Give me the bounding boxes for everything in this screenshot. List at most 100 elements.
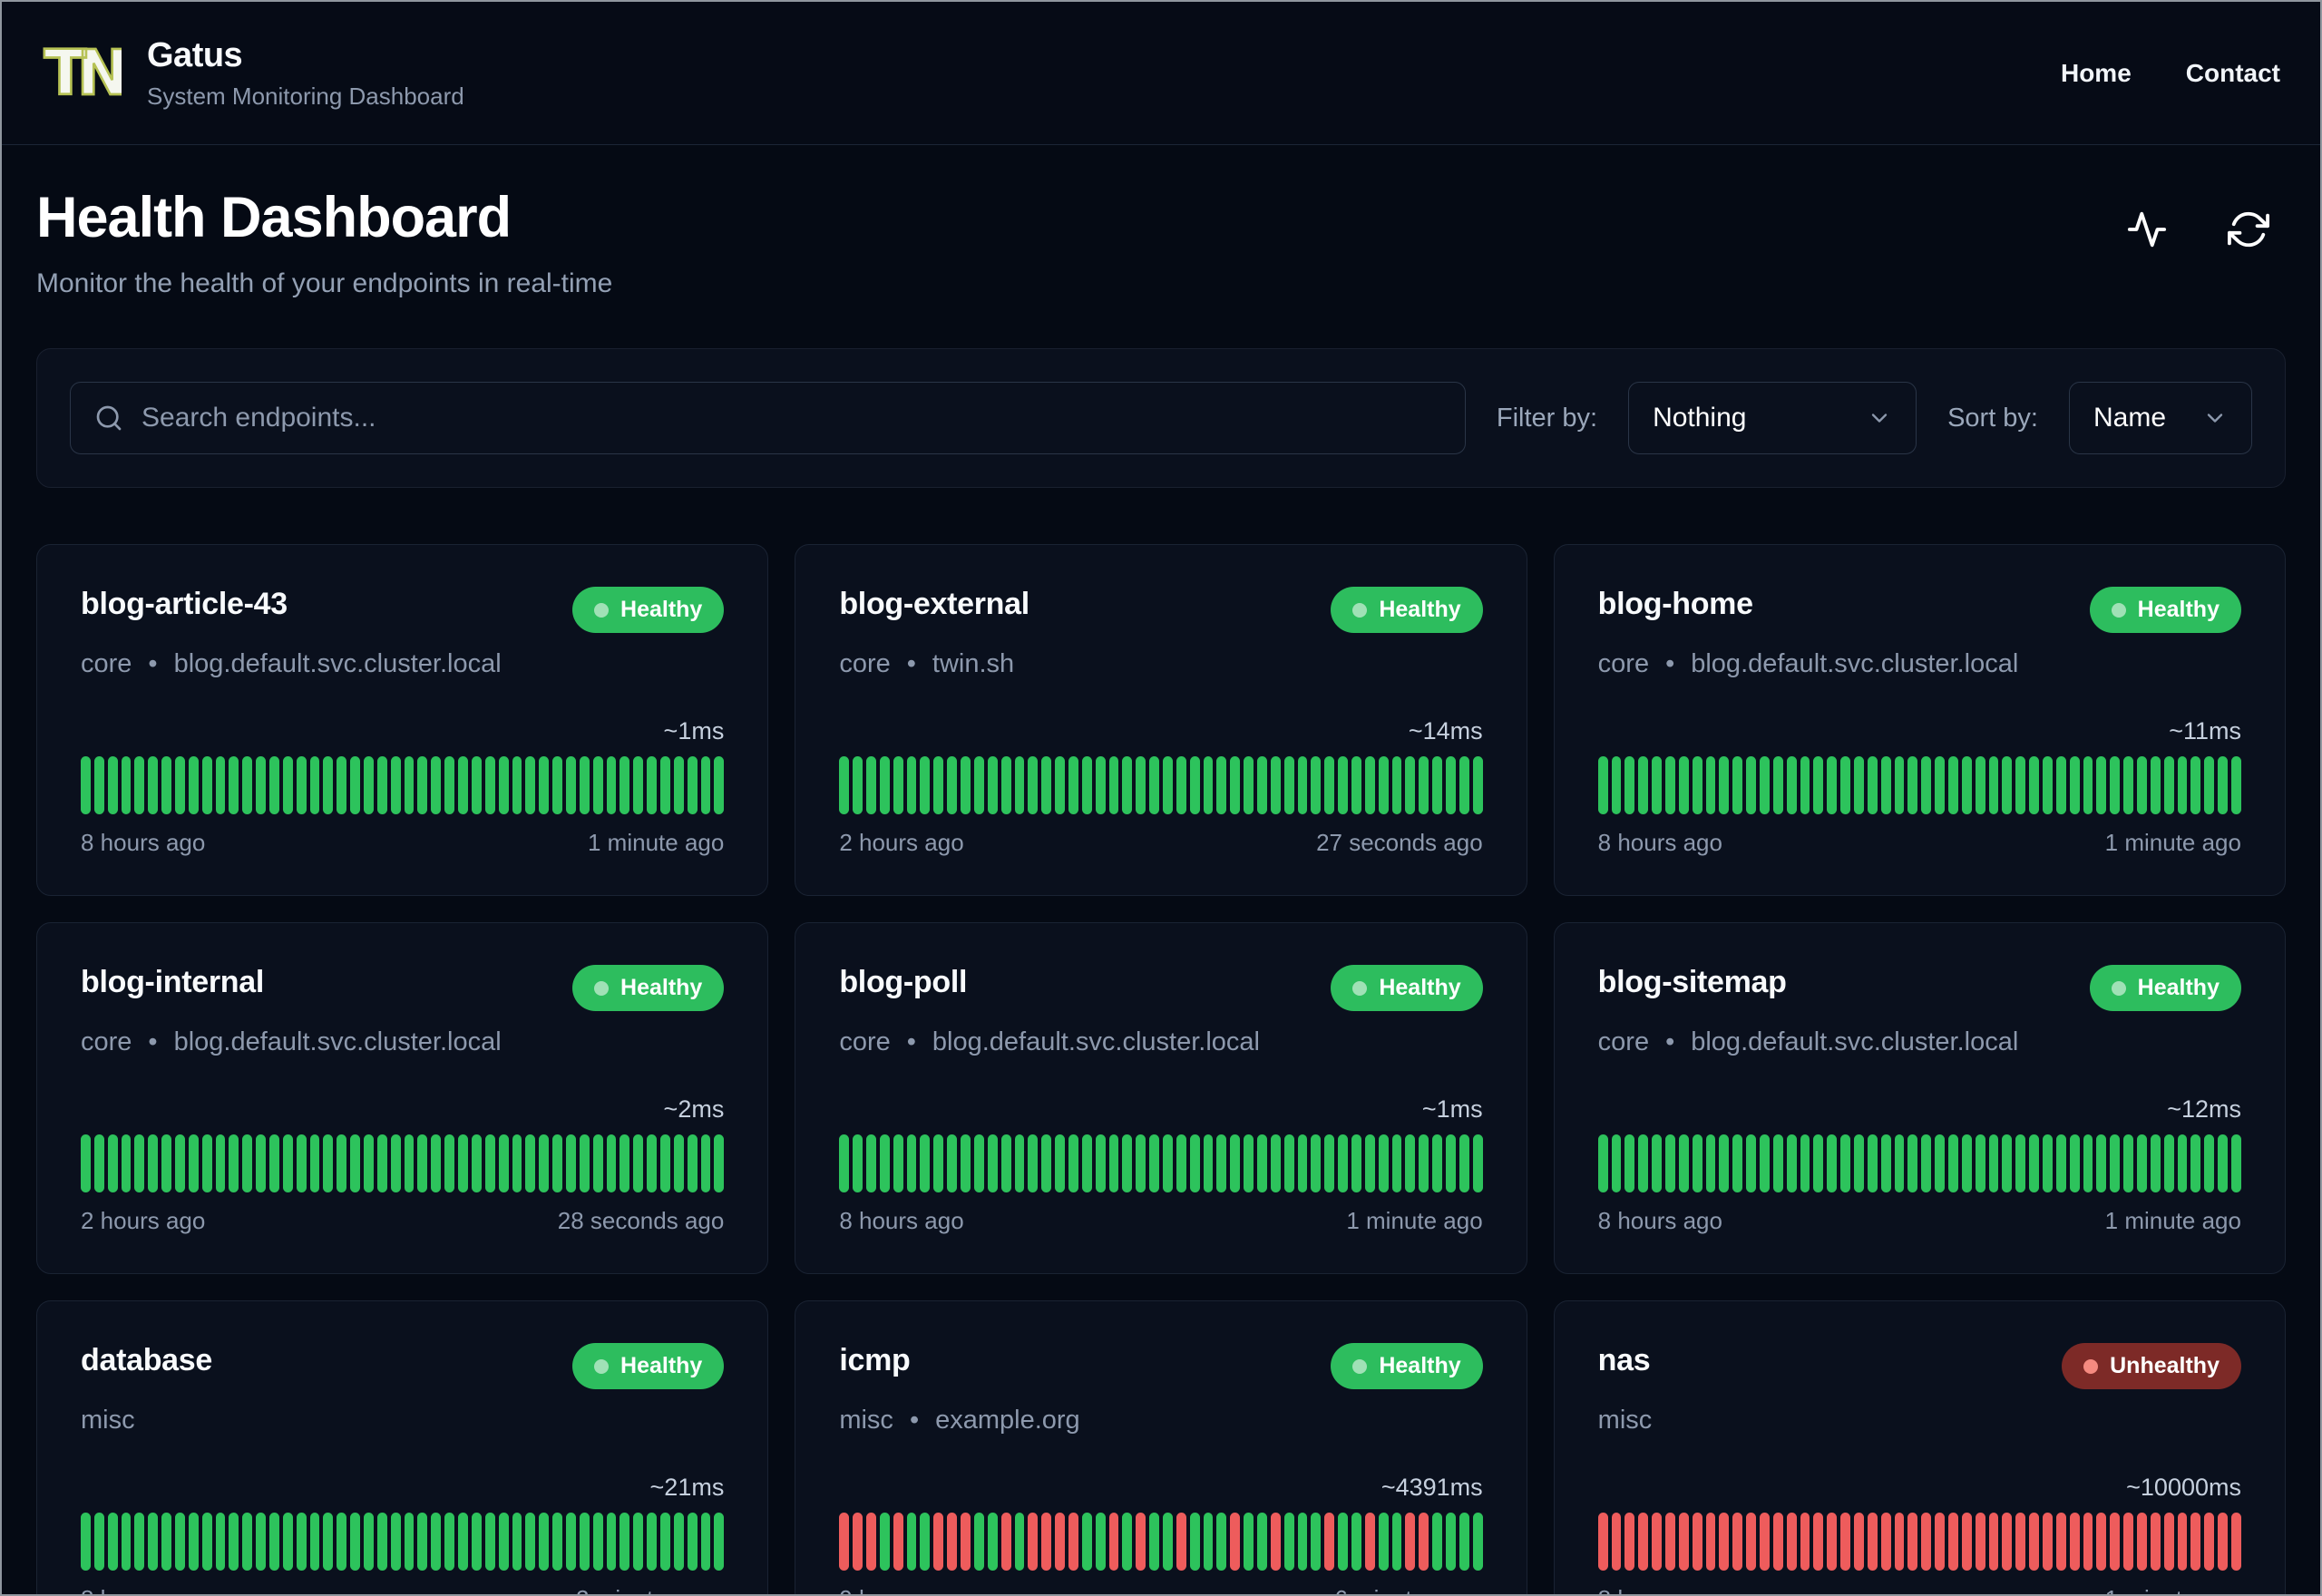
status-bar[interactable] — [282, 1513, 293, 1571]
status-bar[interactable] — [215, 1134, 226, 1192]
status-bar[interactable] — [1652, 1513, 1662, 1571]
status-bar[interactable] — [606, 1134, 617, 1192]
status-bar[interactable] — [1162, 1134, 1173, 1192]
status-bar[interactable] — [1095, 756, 1106, 814]
status-bar[interactable] — [1136, 756, 1146, 814]
status-bar[interactable] — [866, 1513, 876, 1571]
status-bar[interactable] — [134, 1513, 145, 1571]
status-bar[interactable] — [2069, 1513, 2080, 1571]
status-bar[interactable] — [1867, 756, 1878, 814]
status-bar[interactable] — [2190, 756, 2201, 814]
status-bar[interactable] — [714, 1513, 725, 1571]
status-bar[interactable] — [1041, 756, 1052, 814]
status-bar[interactable] — [2069, 1134, 2080, 1192]
status-bar[interactable] — [1907, 1513, 1918, 1571]
status-bar[interactable] — [647, 1134, 657, 1192]
status-bar[interactable] — [2163, 1134, 2174, 1192]
status-bar[interactable] — [350, 1513, 361, 1571]
status-bar[interactable] — [866, 756, 876, 814]
status-bar[interactable] — [1216, 1134, 1227, 1192]
status-bar[interactable] — [2055, 1134, 2066, 1192]
status-bar[interactable] — [323, 1134, 334, 1192]
status-bar[interactable] — [1853, 1513, 1864, 1571]
status-bar[interactable] — [229, 756, 239, 814]
status-bar[interactable] — [1000, 1134, 1011, 1192]
search-box[interactable] — [70, 382, 1466, 454]
status-bar[interactable] — [458, 1513, 468, 1571]
status-bar[interactable] — [296, 1513, 307, 1571]
status-bar[interactable] — [1378, 756, 1389, 814]
status-bar[interactable] — [2190, 1134, 2201, 1192]
status-bar[interactable] — [175, 756, 185, 814]
status-bar[interactable] — [1719, 756, 1730, 814]
status-bar[interactable] — [1162, 1513, 1173, 1571]
status-bar[interactable] — [1189, 1134, 1200, 1192]
status-bar[interactable] — [1055, 1513, 1065, 1571]
refresh-icon[interactable] — [2228, 209, 2269, 250]
status-bar[interactable] — [659, 1134, 670, 1192]
status-bar[interactable] — [2096, 756, 2107, 814]
status-bar[interactable] — [839, 1134, 850, 1192]
status-bar[interactable] — [201, 756, 212, 814]
status-bar[interactable] — [2150, 1134, 2161, 1192]
status-bar[interactable] — [121, 1134, 132, 1192]
status-bar[interactable] — [1283, 1134, 1294, 1192]
status-bar[interactable] — [1338, 1513, 1348, 1571]
status-bar[interactable] — [1189, 1513, 1200, 1571]
status-bar[interactable] — [1988, 756, 1999, 814]
status-bar[interactable] — [1921, 1513, 1932, 1571]
activity-icon[interactable] — [2126, 209, 2168, 250]
status-bar[interactable] — [282, 1134, 293, 1192]
status-bar[interactable] — [1692, 756, 1702, 814]
status-bar[interactable] — [2204, 1134, 2215, 1192]
status-bar[interactable] — [1108, 1513, 1119, 1571]
status-bar[interactable] — [1611, 1513, 1622, 1571]
status-bar[interactable] — [444, 1513, 455, 1571]
status-bar[interactable] — [1786, 1513, 1797, 1571]
status-bar[interactable] — [2110, 1513, 2121, 1571]
status-bar[interactable] — [350, 1134, 361, 1192]
status-bar[interactable] — [839, 1513, 850, 1571]
status-bar[interactable] — [1136, 1134, 1146, 1192]
status-bar[interactable] — [2177, 1513, 2188, 1571]
status-bar[interactable] — [417, 1513, 428, 1571]
status-bar[interactable] — [282, 756, 293, 814]
status-bar[interactable] — [1664, 756, 1675, 814]
status-bar[interactable] — [1988, 1513, 1999, 1571]
status-bar[interactable] — [148, 756, 159, 814]
status-bar[interactable] — [1055, 1134, 1065, 1192]
status-bar[interactable] — [431, 756, 442, 814]
status-bar[interactable] — [1975, 1134, 1985, 1192]
status-bar[interactable] — [987, 1513, 998, 1571]
status-bar[interactable] — [973, 756, 984, 814]
status-bar[interactable] — [107, 1134, 118, 1192]
status-bar[interactable] — [906, 1134, 917, 1192]
status-bar[interactable] — [201, 1134, 212, 1192]
status-bar[interactable] — [148, 1513, 159, 1571]
status-bar[interactable] — [1324, 756, 1335, 814]
status-bar[interactable] — [1283, 756, 1294, 814]
status-bar[interactable] — [1948, 1513, 1958, 1571]
status-bar[interactable] — [1338, 1134, 1348, 1192]
status-bar[interactable] — [579, 1134, 590, 1192]
status-bar[interactable] — [1136, 1513, 1146, 1571]
status-bar[interactable] — [1800, 1134, 1810, 1192]
status-bar[interactable] — [673, 1134, 684, 1192]
status-bar[interactable] — [1472, 1513, 1483, 1571]
status-bar[interactable] — [2055, 1513, 2066, 1571]
status-bar[interactable] — [1324, 1513, 1335, 1571]
status-bar[interactable] — [1095, 1134, 1106, 1192]
status-bar[interactable] — [2043, 756, 2053, 814]
status-bar[interactable] — [1419, 1513, 1429, 1571]
status-bar[interactable] — [1853, 756, 1864, 814]
status-bar[interactable] — [1000, 756, 1011, 814]
status-bar[interactable] — [1800, 1513, 1810, 1571]
status-bar[interactable] — [1705, 756, 1716, 814]
status-bar[interactable] — [1378, 1513, 1389, 1571]
status-bar[interactable] — [1746, 1134, 1756, 1192]
status-bar[interactable] — [2029, 1513, 2040, 1571]
status-bar[interactable] — [893, 1513, 903, 1571]
status-bar[interactable] — [1270, 756, 1281, 814]
status-bar[interactable] — [2137, 1134, 2147, 1192]
status-bar[interactable] — [1772, 756, 1783, 814]
